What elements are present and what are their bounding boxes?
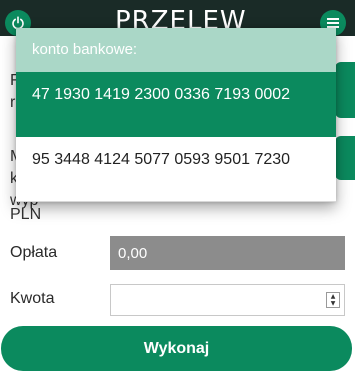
account-dropdown: konto bankowe: 47 1930 1419 2300 0336 71… [16,28,336,202]
fee-field: 0,00 [110,236,345,270]
amount-stepper[interactable]: ▲ ▼ [326,292,340,308]
recipient-select[interactable] [335,136,355,180]
fee-label: Opłata [10,244,58,261]
dropdown-header: konto bankowe: [16,28,336,72]
dropdown-option-1[interactable]: 47 1930 1419 2300 0336 7193 0002 [16,72,336,137]
amount-input[interactable]: ▲ ▼ [110,284,345,316]
amount-label: Kwota [10,290,55,307]
execute-button[interactable]: Wykonaj [1,326,352,371]
account-from-select[interactable] [335,62,355,118]
stepper-down-icon[interactable]: ▼ [331,300,336,307]
stepper-up-icon[interactable]: ▲ [331,293,336,300]
currency-label: PLN [10,206,42,223]
transfer-screen: PRZELEW F r M k wyp PLN Opłata 0,00 Kwot… [0,0,355,374]
dropdown-option-2[interactable]: 95 3448 4124 5077 0593 9501 7230 [16,137,336,202]
